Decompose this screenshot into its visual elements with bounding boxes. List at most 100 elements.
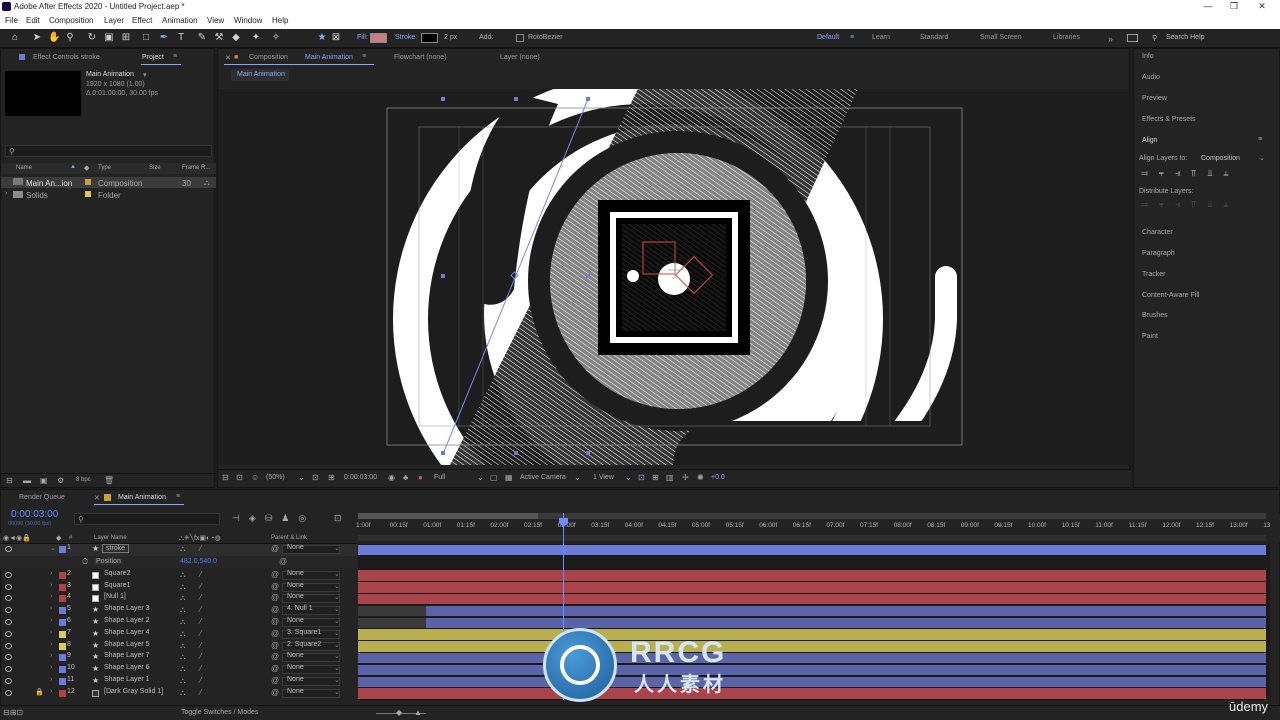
panel-menu-icon[interactable]: ≡ — [173, 53, 177, 60]
add-label[interactable]: Add: — [479, 34, 493, 41]
layer-row[interactable]: 🔒 › 12 [Dark Gray Solid 1] ⛬ ⁄ @ None ⌄ — [0, 688, 357, 700]
render-time-icon[interactable]: ⊟⊞⊡ — [3, 708, 23, 717]
layer-name[interactable]: [Dark Gray Solid 1] — [104, 688, 163, 695]
project-item-row[interactable]: Main An...ion Composition 30 ⛬ — [1, 177, 216, 188]
layer-row[interactable]: ⌄ 1 ★ stroke ⛬ ⁄ @ None ⌄ — [0, 544, 357, 556]
layer-duration-bar[interactable] — [426, 617, 1266, 628]
chevron-down-icon[interactable]: ⌄ — [334, 617, 340, 625]
snapping-icon[interactable]: ⊠ — [330, 32, 342, 44]
col-name[interactable]: Name — [16, 165, 32, 171]
align-buttons[interactable]: ⫤⫧⫣⫪⫫⫨ — [1141, 168, 1269, 180]
sync-settings-icon[interactable] — [1127, 34, 1138, 42]
chevron-right-icon[interactable]: › — [50, 676, 52, 683]
quality-switch-icon[interactable]: ⁄ — [200, 652, 201, 661]
menu-help[interactable]: Help — [272, 16, 288, 25]
chevron-down-icon[interactable]: ⌄ — [334, 641, 340, 649]
eye-icon[interactable] — [5, 607, 12, 614]
chevron-down-icon[interactable]: ▾ — [143, 71, 147, 79]
menu-edit[interactable]: Edit — [26, 16, 40, 25]
new-comp-icon[interactable]: ▣ — [40, 476, 48, 485]
brushes-panel[interactable]: Brushes — [1142, 312, 1168, 319]
always-preview-icon[interactable]: ⊟ — [222, 473, 229, 482]
chevron-right-icon[interactable]: › — [50, 593, 52, 600]
shy-switch-icon[interactable]: ⛬ — [180, 544, 186, 554]
shy-switch-icon[interactable]: ⛬ — [180, 676, 186, 686]
timeline-icon[interactable]: ▥ — [666, 473, 674, 482]
project-settings-icon[interactable]: ⚙ — [57, 476, 64, 485]
layer-name[interactable]: Shape Layer 7 — [104, 652, 150, 659]
panel-menu-icon[interactable]: ≡ — [176, 493, 180, 500]
shy-switch-icon[interactable]: ⛬ — [180, 593, 186, 603]
chevron-right-icon[interactable]: › — [5, 190, 7, 197]
flowchart-icon[interactable]: ⛬ — [204, 178, 210, 188]
chevron-right-icon[interactable]: › — [50, 629, 52, 636]
paint-panel[interactable]: Paint — [1142, 333, 1158, 340]
pickwhip-icon[interactable]: @ — [279, 557, 287, 566]
project-search-input[interactable]: ⚲ — [5, 145, 212, 157]
label-color[interactable] — [59, 666, 66, 674]
layer-row[interactable]: › 7 ★ Shape Layer 4 ⛬ ⁄ @3. Square1 ⌄ — [0, 629, 357, 641]
tab-effect-controls[interactable]: Effect Controls stroke — [33, 54, 100, 61]
info-panel[interactable]: Info — [1142, 53, 1154, 60]
layer-duration-bar[interactable] — [358, 593, 1266, 605]
shy-switch-icon[interactable]: ⛬ — [180, 688, 186, 698]
layer-name[interactable]: [Null 1] — [104, 593, 126, 600]
chevron-down-icon[interactable]: ⌄ — [334, 544, 340, 552]
shy-switch-icon[interactable]: ⛬ — [180, 652, 186, 662]
eye-icon[interactable] — [5, 595, 12, 602]
pickwhip-icon[interactable]: @ — [271, 676, 279, 685]
workspace-standard[interactable]: Standard — [920, 34, 948, 41]
exposure-value[interactable]: +0.0 — [711, 474, 725, 481]
label-color[interactable] — [59, 630, 66, 638]
layer-duration-bar[interactable] — [358, 688, 1266, 699]
roto-brush-tool-icon[interactable]: ✦ — [250, 32, 262, 44]
graph-editor-icon[interactable]: ⊡ — [334, 513, 342, 524]
quality-switch-icon[interactable]: ⁄ — [200, 641, 201, 650]
pickwhip-icon[interactable]: @ — [271, 605, 279, 614]
region-of-interest-icon[interactable]: ▢ — [490, 473, 498, 482]
pickwhip-icon[interactable]: @ — [271, 582, 279, 591]
color-channel-icon[interactable]: ● — [418, 473, 423, 482]
stroke-width[interactable]: 2 px — [444, 34, 457, 41]
search-icon[interactable]: ⚲ — [1152, 34, 1157, 42]
quality-switch-icon[interactable]: ⁄ — [200, 629, 201, 638]
pickwhip-icon[interactable]: @ — [271, 641, 279, 650]
zoom-tool-icon[interactable]: ⚲ — [64, 32, 76, 44]
layer-duration-bar[interactable] — [358, 676, 1266, 687]
eye-icon[interactable] — [5, 689, 12, 696]
quality-switch-icon[interactable]: ⁄ — [200, 688, 201, 697]
label-color[interactable] — [59, 595, 66, 603]
timeline-tracks[interactable] — [358, 544, 1270, 700]
workspace-small-screen[interactable]: Small Screen — [980, 34, 1022, 41]
sort-up-icon[interactable]: ▲ — [70, 164, 76, 170]
col-frame-rate[interactable]: Frame R... — [182, 165, 210, 171]
chevron-down-icon[interactable]: ⌄ — [334, 605, 340, 613]
chevron-down-icon[interactable]: ⌄ — [625, 473, 632, 482]
camera-select[interactable]: Active Camera — [520, 474, 566, 481]
puppet-tool-icon[interactable]: ✧ — [270, 32, 282, 44]
chevron-down-icon[interactable]: ⌄ — [334, 570, 340, 578]
menu-animation[interactable]: Animation — [162, 16, 198, 25]
label-color[interactable] — [59, 583, 66, 591]
label-color[interactable] — [59, 619, 66, 626]
eye-icon[interactable] — [5, 642, 12, 649]
toggle-switches-modes[interactable]: Toggle Switches / Modes — [181, 709, 258, 716]
workspace-menu-icon[interactable]: ≡ — [850, 34, 854, 41]
chevron-down-icon[interactable]: ⌄ — [334, 652, 340, 660]
layer-duration-bar[interactable] — [358, 652, 1266, 664]
chevron-down-icon[interactable]: ⌄ — [477, 473, 484, 482]
current-time-display[interactable]: 0:00:03:00 — [344, 474, 377, 481]
quality-switch-icon[interactable]: ⁄ — [200, 570, 201, 579]
quality-switch-icon[interactable]: ⁄ — [200, 544, 201, 553]
close-button[interactable]: ✕ — [1250, 1, 1274, 13]
layer-row[interactable]: › 6 ★ Shape Layer 2 ⛬ ⁄ @ None ⌄ — [0, 617, 357, 629]
chevron-right-icon[interactable]: › — [50, 641, 52, 648]
layer-duration-bar[interactable] — [358, 664, 1266, 676]
timeline-search-input[interactable]: ⚲ — [74, 513, 220, 525]
label-color[interactable] — [59, 546, 66, 553]
chevron-right-icon[interactable]: › — [50, 617, 52, 624]
project-item-row[interactable]: › Solids Folder — [1, 189, 216, 200]
snapshot-icon[interactable]: ◉ — [388, 473, 395, 482]
trash-icon[interactable]: 🗑 — [104, 476, 114, 485]
layer-duration-bar[interactable] — [358, 582, 1266, 593]
